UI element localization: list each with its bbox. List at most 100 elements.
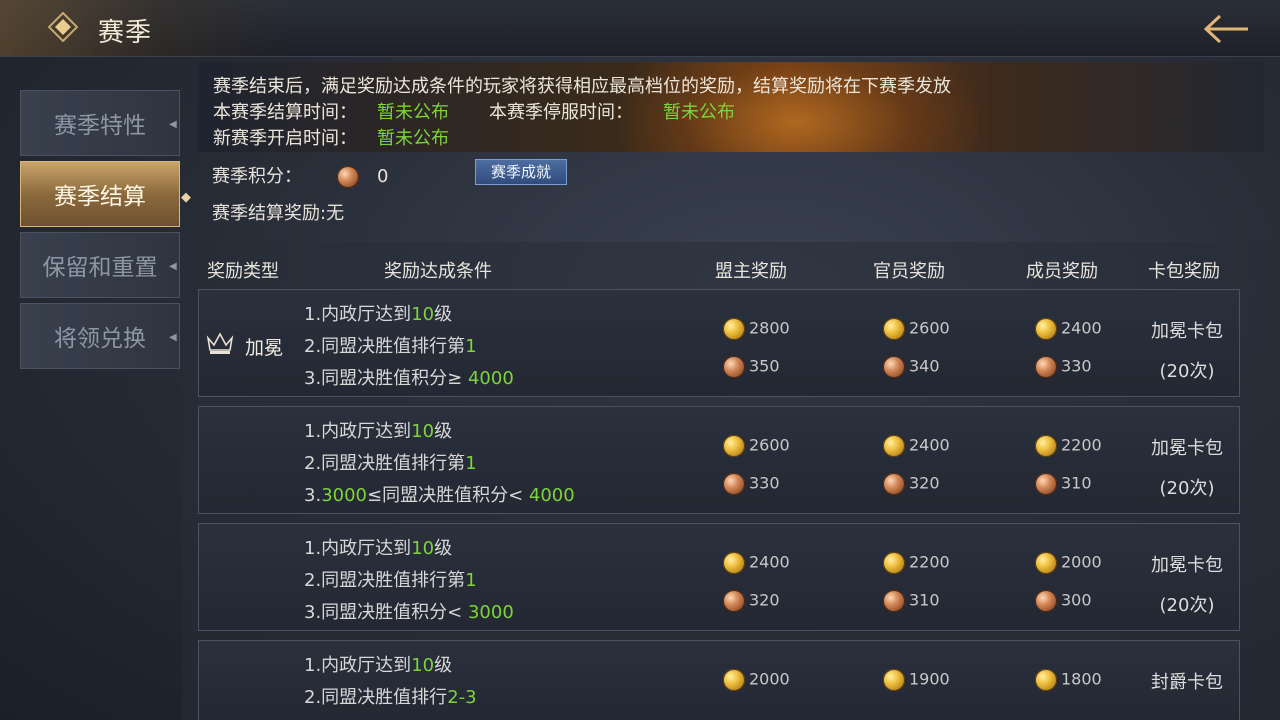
condition-value: 1 <box>465 570 477 591</box>
condition-value: 10 <box>411 304 435 325</box>
gold-coin-icon <box>723 669 745 691</box>
diamond-marker-icon: ◆ <box>181 190 191 205</box>
condition-line-3: 3.3000≤同盟决胜值积分< 4000 <box>304 481 575 507</box>
settle-time-label: 本赛季结算时间： <box>213 102 357 123</box>
condition-value: 3000 <box>467 602 514 623</box>
reward-amount: 350 <box>749 356 780 376</box>
condition-text: 2.同盟决胜值排行第 <box>304 336 466 357</box>
card-pack-name: 封爵卡包 <box>1151 672 1223 693</box>
reward-type-label: 加冕 <box>245 337 284 359</box>
season-reward-status: 赛季结算奖励:无 <box>212 203 345 224</box>
reward-amount: 310 <box>909 590 940 610</box>
table-row: 1.内政厅达到10级 2.同盟决胜值排行2-3 2000 1900 1800 封… <box>198 640 1240 720</box>
member-gold-reward: 2000 <box>1035 552 1102 574</box>
condition-text: 级 <box>434 421 453 442</box>
season-score-value: 0 <box>376 166 389 187</box>
reward-amount: 330 <box>1061 356 1092 376</box>
card-pack-count: (20次) <box>1159 595 1215 616</box>
gold-coin-icon <box>1035 435 1057 457</box>
copper-coin-icon <box>1035 356 1057 378</box>
gold-coin-icon <box>723 318 745 340</box>
member-gold-reward: 2400 <box>1035 318 1102 340</box>
sidebar-item-keep-reset[interactable]: 保留和重置 ◀ <box>20 232 180 298</box>
new-season-label: 新赛季开启时间： <box>213 128 357 149</box>
leader-gold-reward: 2000 <box>723 669 790 691</box>
sidebar-item-label: 赛季结算 <box>54 184 146 210</box>
condition-value: 4000 <box>467 368 514 389</box>
member-copper-reward: 310 <box>1035 473 1092 495</box>
condition-line-3: 3.同盟决胜值积分≥ 4000 <box>304 364 514 390</box>
sidebar-item-general-exchange[interactable]: 将领兑换 ◀ <box>20 303 180 369</box>
chevron-left-icon: ◀ <box>169 119 177 130</box>
card-pack-name: 加冕卡包 <box>1151 555 1223 576</box>
condition-text: 3.同盟决胜值积分< <box>304 602 468 623</box>
season-score-row: 赛季积分： 0 <box>212 162 388 188</box>
officer-copper-reward: 320 <box>883 473 940 495</box>
leader-copper-reward: 350 <box>723 356 780 378</box>
season-achievement-button[interactable]: 赛季成就 <box>475 159 567 185</box>
reward-amount: 2400 <box>909 435 950 455</box>
reward-amount: 2600 <box>749 435 790 455</box>
sidebar-item-season-features[interactable]: 赛季特性 ◀ <box>20 90 180 156</box>
condition-line-3: 3.同盟决胜值积分< 3000 <box>304 598 514 624</box>
officer-gold-reward: 2200 <box>883 552 950 574</box>
stop-time-label: 本赛季停服时间： <box>489 102 633 123</box>
table-row: 加冕 1.内政厅达到10级 2.同盟决胜值排行第1 3.同盟决胜值积分≥ 400… <box>198 289 1240 397</box>
card-pack-name: 加冕卡包 <box>1151 438 1223 459</box>
leader-gold-reward: 2600 <box>723 435 790 457</box>
leader-gold-reward: 2800 <box>723 318 790 340</box>
condition-value: 10 <box>411 421 435 442</box>
table-row: 1.内政厅达到10级 2.同盟决胜值排行第1 3.3000≤同盟决胜值积分< 4… <box>198 406 1240 514</box>
crown-icon <box>206 332 234 354</box>
card-pack-count: (20次) <box>1159 361 1215 382</box>
reward-amount: 330 <box>749 473 780 493</box>
new-season-line: 新赛季开启时间： 暂未公布 <box>213 124 449 150</box>
condition-text: 2.同盟决胜值排行第 <box>304 453 466 474</box>
condition-value: 10 <box>411 538 435 559</box>
sidebar-item-season-settlement[interactable]: 赛季结算 ◆ <box>20 161 191 227</box>
condition-value: 1 <box>465 336 477 357</box>
gold-coin-icon <box>723 435 745 457</box>
gold-coin-icon <box>1035 669 1057 691</box>
member-copper-reward: 330 <box>1035 356 1092 378</box>
condition-text: 3.同盟决胜值积分≥ <box>304 368 468 389</box>
condition-text: 1.内政厅达到 <box>304 421 412 442</box>
condition-value: 10 <box>411 655 435 676</box>
sidebar-item-label: 将领兑换 <box>54 326 146 352</box>
condition-line-1: 1.内政厅达到10级 <box>304 651 452 677</box>
member-gold-reward: 2200 <box>1035 435 1102 457</box>
gold-coin-icon <box>723 552 745 574</box>
condition-text: 级 <box>434 655 453 676</box>
sidebar-item-label: 赛季特性 <box>54 113 146 139</box>
condition-value: 1 <box>465 453 477 474</box>
column-header-condition: 奖励达成条件 <box>384 261 492 282</box>
condition-value: 2-3 <box>447 687 477 708</box>
condition-text: 级 <box>434 304 453 325</box>
member-gold-reward: 1800 <box>1035 669 1102 691</box>
reward-amount: 310 <box>1061 473 1092 493</box>
reward-amount: 320 <box>749 590 780 610</box>
reward-amount: 2000 <box>749 669 790 689</box>
leader-gold-reward: 2400 <box>723 552 790 574</box>
diamond-emblem-icon <box>48 12 78 42</box>
condition-text: ≤同盟决胜值积分< <box>367 485 529 506</box>
column-header-officer: 官员奖励 <box>873 261 945 282</box>
card-pack-count: (20次) <box>1159 478 1215 499</box>
stop-time-value: 暂未公布 <box>663 102 735 123</box>
reward-amount: 2800 <box>749 318 790 338</box>
back-arrow-icon[interactable] <box>1194 12 1254 46</box>
officer-gold-reward: 2600 <box>883 318 950 340</box>
copper-coin-icon <box>723 356 745 378</box>
reward-amount: 300 <box>1061 590 1092 610</box>
gold-coin-icon <box>883 669 905 691</box>
condition-text: 2.同盟决胜值排行 <box>304 687 448 708</box>
reward-amount: 1900 <box>909 669 950 689</box>
table-row: 1.内政厅达到10级 2.同盟决胜值排行第1 3.同盟决胜值积分< 3000 2… <box>198 523 1240 631</box>
season-score-label: 赛季积分： <box>212 166 302 187</box>
condition-line-1: 1.内政厅达到10级 <box>304 534 452 560</box>
column-header-member: 成员奖励 <box>1026 261 1098 282</box>
reward-amount: 2200 <box>1061 435 1102 455</box>
top-bar: 赛季 <box>0 0 1280 57</box>
page-title: 赛季 <box>98 18 153 48</box>
copper-coin-icon <box>723 473 745 495</box>
